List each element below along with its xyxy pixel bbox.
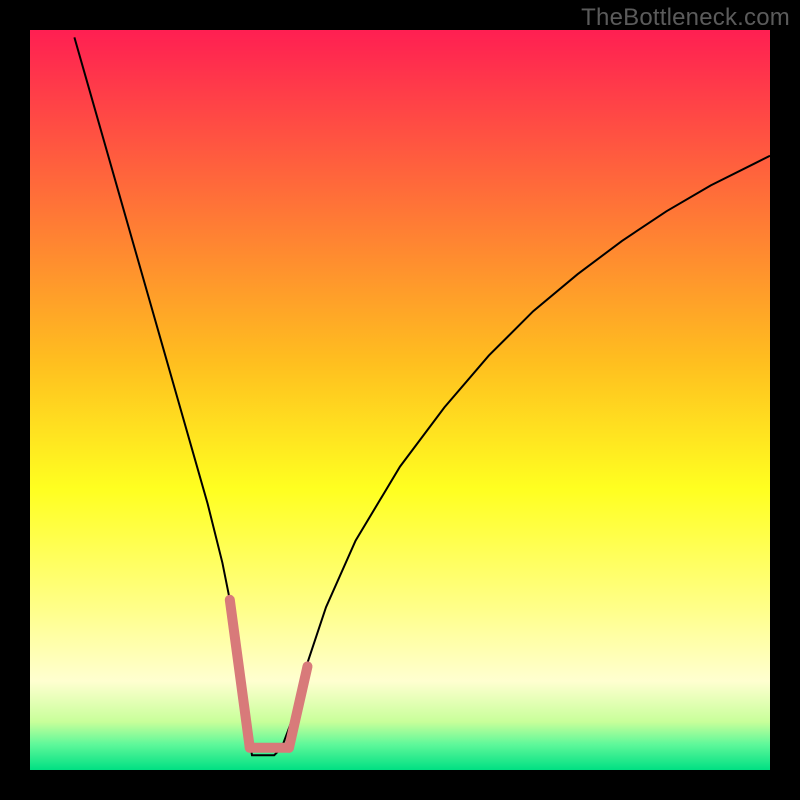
- chart-frame: TheBottleneck.com: [0, 0, 800, 800]
- chart-svg: [30, 30, 770, 770]
- plot-area: [30, 30, 770, 770]
- gradient-background: [30, 30, 770, 770]
- watermark-text: TheBottleneck.com: [581, 4, 790, 32]
